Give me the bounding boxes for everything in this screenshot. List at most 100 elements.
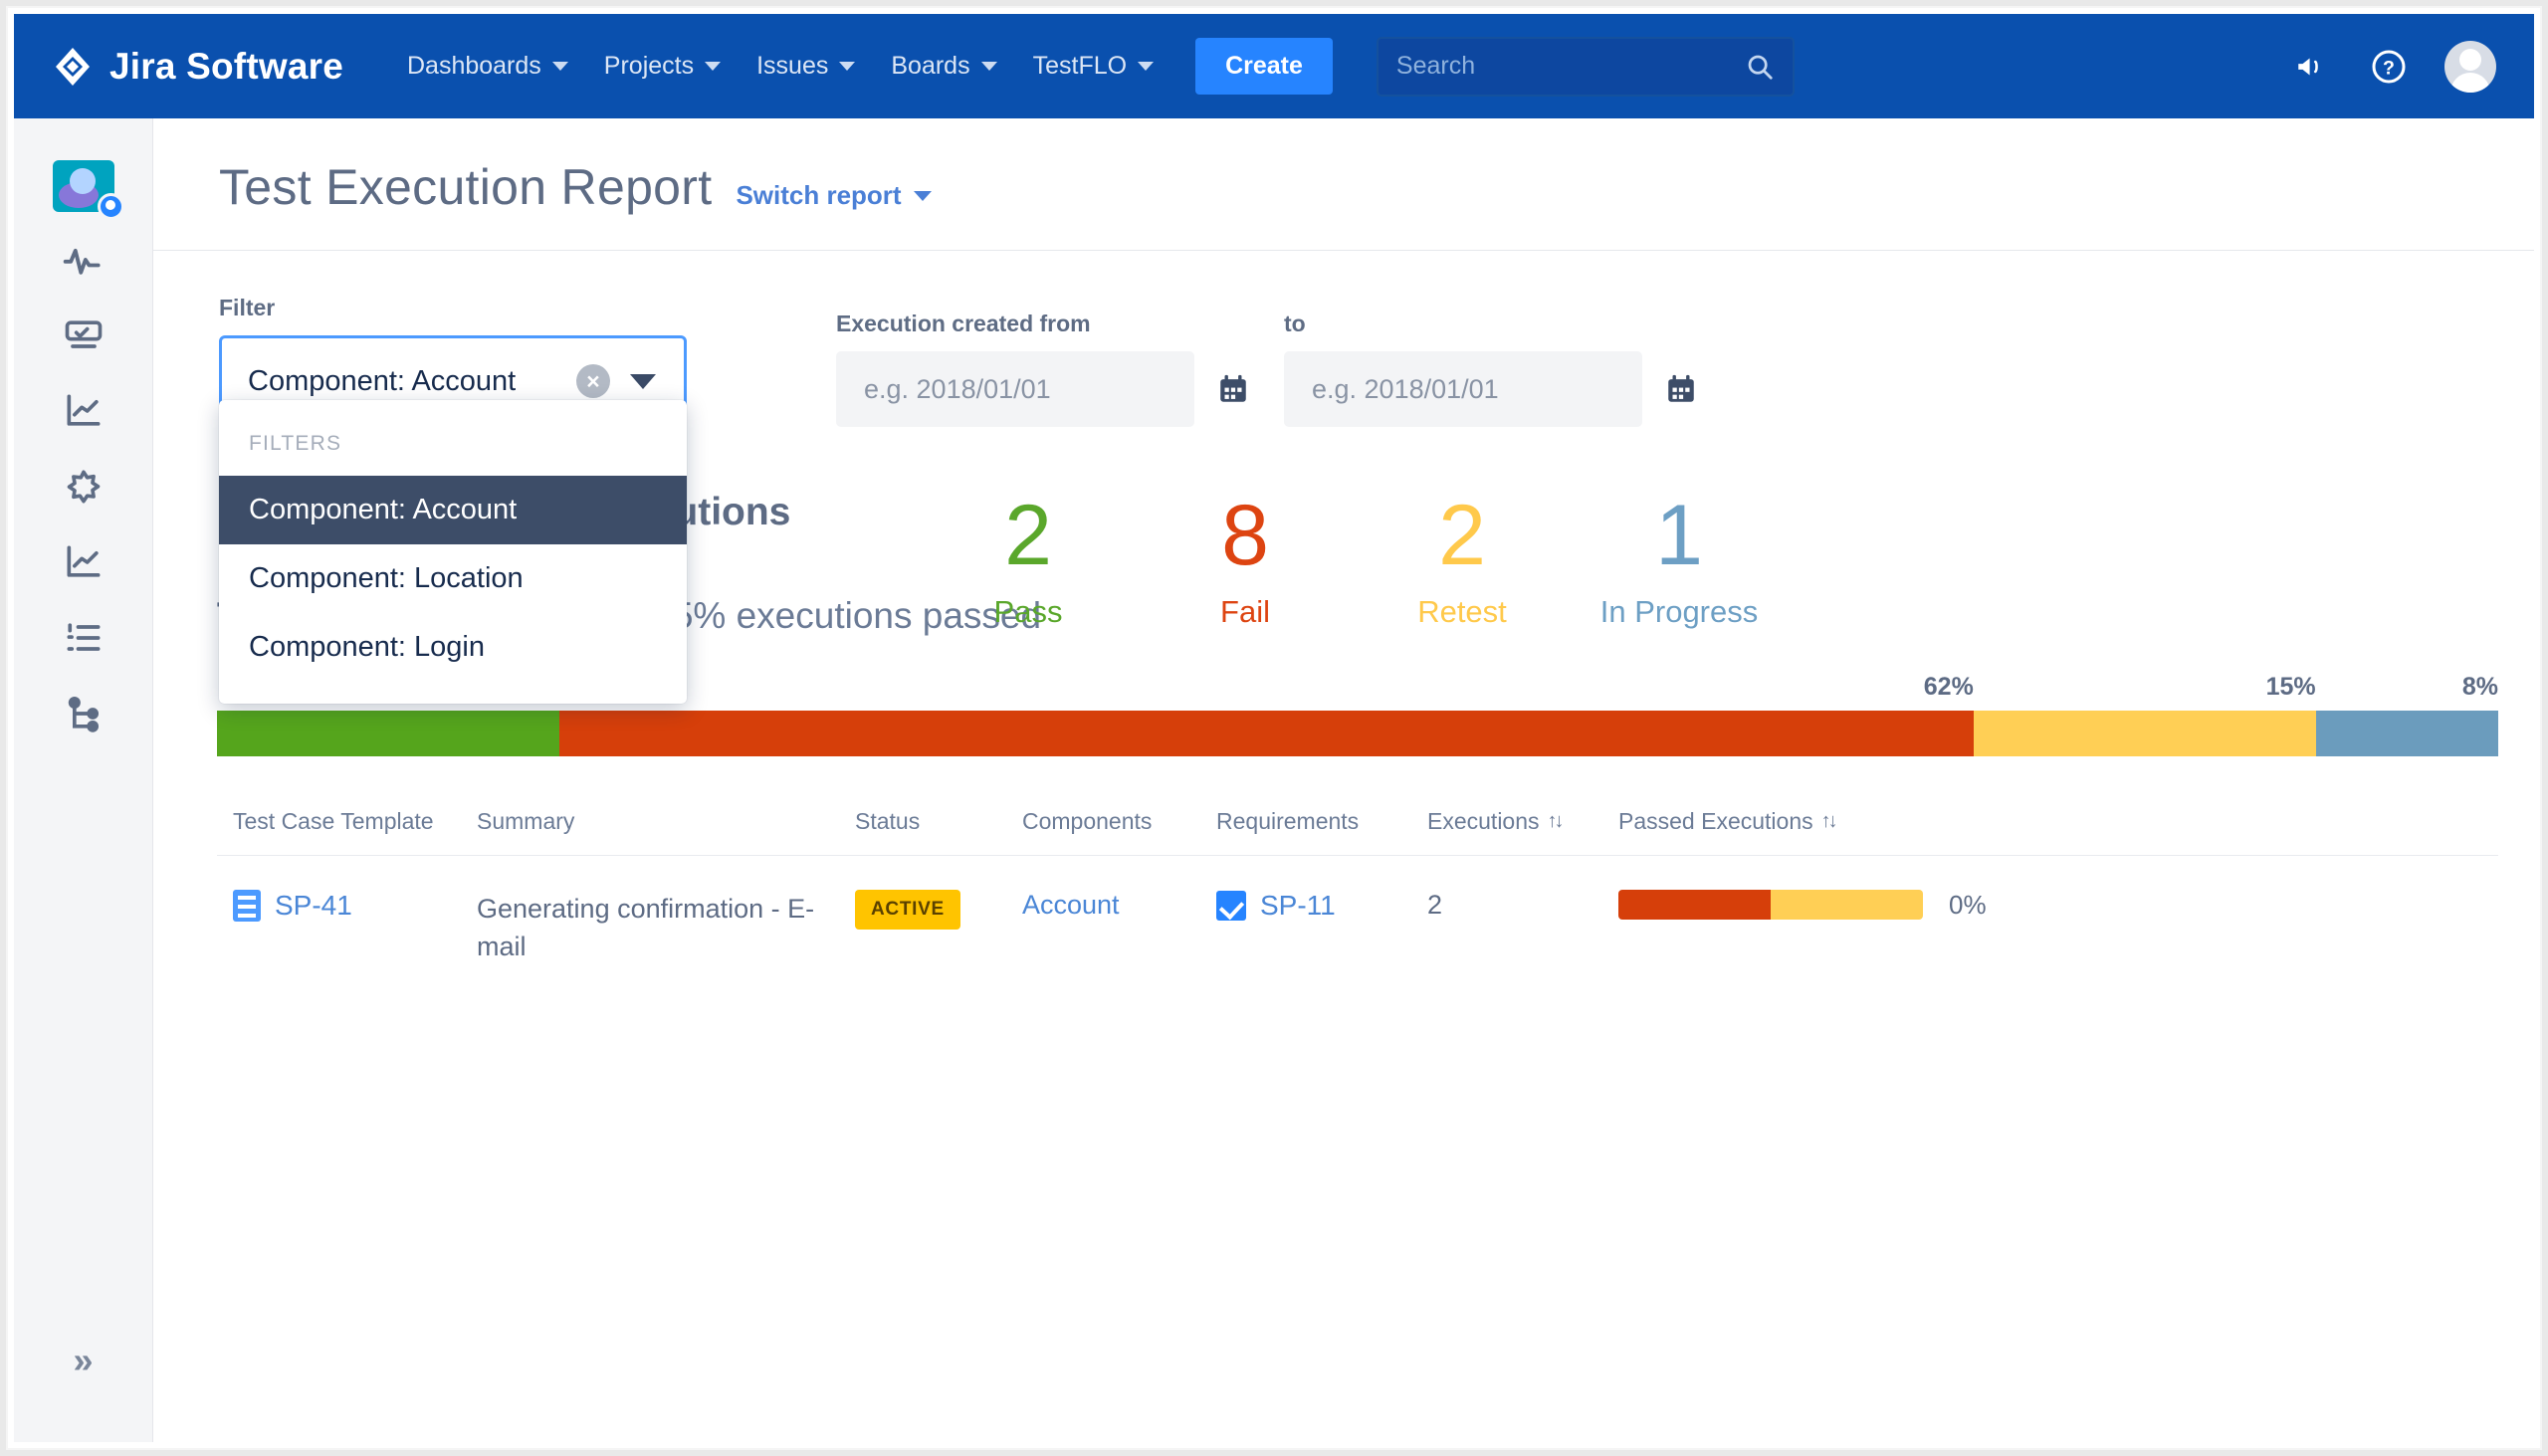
board-icon [62, 313, 106, 362]
bar-segment-fail [558, 710, 1974, 756]
project-avatar [52, 160, 124, 220]
column-header-executions[interactable]: Executions ↑↓ [1427, 808, 1618, 835]
user-avatar[interactable] [2444, 40, 2496, 93]
table-row: SP-41 Generating confirmation - E-mail A… [217, 856, 2498, 966]
bar-segment-in-progress [2315, 710, 2498, 756]
bar-label-in-progress: 8% [2461, 672, 2498, 701]
stat-fail: 8 Fail [1137, 491, 1354, 630]
date-from-input[interactable] [864, 373, 1216, 405]
results-table: Test Case Template Summary Status Compon… [217, 808, 2534, 966]
date-to-input[interactable] [1312, 373, 1664, 405]
date-to-field[interactable] [1284, 351, 1694, 427]
nav-item-dashboards[interactable]: Dashboards [389, 40, 586, 93]
date-from-label: Execution created from [836, 311, 1091, 336]
top-navigation-bar: Jira Software Dashboards Projects Issues… [14, 14, 2534, 118]
cell-components: Account [1022, 890, 1216, 921]
stat-pass: 2 Pass [920, 491, 1137, 630]
test-case-link[interactable]: SP-41 [233, 889, 477, 922]
chevron-down-icon [913, 190, 932, 201]
bar-segment-retest [1973, 710, 2316, 756]
sidebar-item-board[interactable] [49, 300, 118, 375]
filters-row: Filter Component: Account × FILTERS Comp… [153, 251, 2534, 704]
requirement-key: SP-11 [1260, 889, 1336, 921]
test-case-key: SP-41 [275, 889, 352, 921]
nav-item-projects[interactable]: Projects [586, 40, 739, 93]
nav-item-label: TestFLO [1032, 52, 1128, 80]
sidebar-item-sprint[interactable] [49, 451, 118, 526]
column-header-passed-executions[interactable]: Passed Executions ↑↓ [1618, 808, 2498, 835]
column-label: Status [855, 807, 921, 834]
sidebar-item-chart[interactable] [49, 375, 118, 451]
column-header-requirements[interactable]: Requirements [1216, 808, 1427, 835]
summary-text: Generating confirmation - E-mail [477, 893, 815, 961]
search-icon[interactable] [1745, 52, 1775, 82]
chevron-down-icon[interactable] [630, 373, 656, 389]
chevron-down-icon [980, 62, 997, 71]
chevron-down-icon [551, 62, 568, 71]
column-header-components[interactable]: Components [1022, 808, 1216, 835]
help-icon[interactable]: ? [2367, 45, 2411, 89]
report-chart-icon [62, 540, 106, 589]
bar-segment-pass [217, 710, 559, 756]
sidebar-item-tree[interactable] [49, 678, 118, 753]
nav-item-boards[interactable]: Boards [873, 40, 1014, 93]
date-to-label: to [1284, 311, 1306, 336]
switch-report-label: Switch report [736, 180, 902, 210]
dropdown-option-component-location[interactable]: Component: Location [219, 544, 687, 613]
column-header-test-case-template[interactable]: Test Case Template [233, 808, 477, 835]
sidebar-item-reports[interactable] [49, 526, 118, 602]
clear-filter-icon[interactable]: × [576, 364, 610, 398]
status-badge: ACTIVE [855, 889, 960, 930]
sort-arrows-icon[interactable]: ↑↓ [1548, 810, 1565, 833]
date-from-group: Execution created from [836, 311, 1246, 427]
dropdown-option-component-account[interactable]: Component: Account [219, 476, 687, 544]
nav-item-label: Boards [891, 52, 970, 80]
mini-segment-fail [1618, 890, 1771, 921]
date-from-field[interactable] [836, 351, 1246, 427]
jira-brand[interactable]: Jira Software [52, 46, 343, 88]
megaphone-icon[interactable] [2289, 45, 2333, 89]
column-header-status[interactable]: Status [855, 808, 1022, 835]
column-header-summary[interactable]: Summary [477, 808, 855, 835]
cell-summary: Generating confirmation - E-mail [477, 890, 855, 966]
column-label: Passed Executions [1618, 807, 1813, 834]
stat-label: Pass [993, 594, 1063, 630]
calendar-icon[interactable] [1216, 372, 1250, 406]
stat-label: Retest [1417, 594, 1507, 630]
sidebar-item-project-avatar[interactable] [49, 148, 124, 224]
sidebar-item-activity[interactable] [49, 224, 118, 300]
list-icon [62, 616, 106, 665]
cell-requirements: SP-11 [1216, 890, 1427, 922]
stat-label: In Progress [1599, 594, 1759, 630]
filter-group: Filter Component: Account × FILTERS Comp… [219, 295, 687, 704]
expand-sidebar-button[interactable]: » [49, 1331, 118, 1390]
requirement-check-icon [1216, 890, 1246, 921]
sort-arrows-icon[interactable]: ↑↓ [1821, 810, 1838, 833]
sprint-star-icon [62, 465, 106, 514]
sidebar-item-list[interactable] [49, 602, 118, 678]
column-label: Summary [477, 807, 575, 834]
left-sidebar: » [14, 118, 153, 1442]
calendar-icon[interactable] [1664, 372, 1698, 406]
column-label: Executions [1427, 807, 1540, 834]
nav-item-testflo[interactable]: TestFLO [1015, 40, 1171, 93]
nav-item-label: Dashboards [406, 52, 541, 80]
svg-text:?: ? [2383, 57, 2395, 79]
component-link[interactable]: Account [1022, 890, 1120, 920]
chart-icon [62, 389, 106, 438]
chevron-down-icon [839, 62, 856, 71]
search-input[interactable] [1378, 52, 1745, 81]
nav-item-issues[interactable]: Issues [739, 40, 873, 93]
stat-value: 2 [1004, 488, 1052, 583]
bar-label-fail: 62% [1923, 672, 1974, 701]
dropdown-option-component-login[interactable]: Component: Login [219, 613, 687, 682]
search-box[interactable] [1376, 36, 1795, 97]
column-label: Test Case Template [233, 807, 434, 834]
nav-right-actions: ? [2289, 40, 2510, 93]
table-header-row: Test Case Template Summary Status Compon… [217, 808, 2498, 856]
create-button[interactable]: Create [1195, 38, 1333, 95]
passed-executions-bar [1618, 890, 1923, 921]
requirement-link[interactable]: SP-11 [1216, 890, 1427, 922]
switch-report-link[interactable]: Switch report [736, 180, 932, 211]
cell-executions: 2 [1427, 889, 1443, 920]
